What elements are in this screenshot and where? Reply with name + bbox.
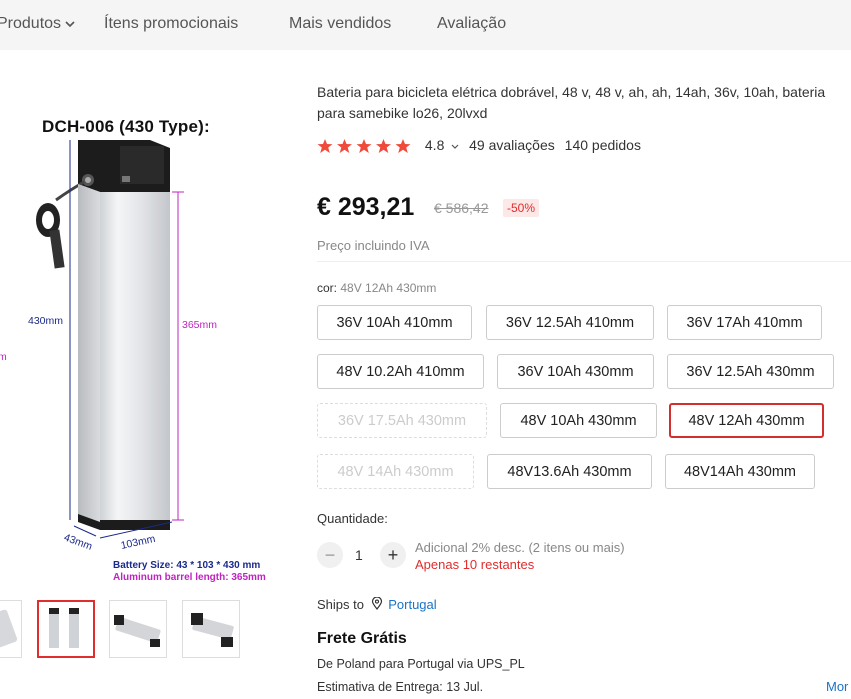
battery-thumb-icon [0,609,18,651]
quantity-value[interactable]: 1 [355,547,363,563]
delivery-estimate: Estimativa de Entrega: 13 Jul. [317,680,484,694]
ships-to-label: Ships to [317,597,364,612]
bulk-discount-note: Adicional 2% desc. (2 itens ou mais) [415,540,625,555]
option-36v-10ah-430mm[interactable]: 36V 10Ah 430mm [497,354,654,389]
thumbnail-4[interactable] [182,600,240,658]
current-price: € 293,21 [317,193,415,221]
chevron-down-icon[interactable] [451,144,459,150]
nav-produtos-label: Produtos [0,15,62,32]
option-48v-12ah-430mm[interactable]: 48V 12Ah 430mm [669,403,824,438]
stock-remaining: Apenas 10 restantes [415,557,535,572]
option-48v14ah-430mm[interactable]: 48V14Ah 430mm [665,454,815,489]
quantity-decrease-button[interactable]: − [317,542,343,568]
rating-value[interactable]: 4.8 [425,137,444,153]
divider [317,261,851,262]
reviews-link[interactable]: 49 avaliações [469,137,555,153]
battery-thumb-icon [49,608,79,648]
nav-promocionais[interactable]: Ítens promocionais [104,15,238,33]
star-rating-icon [317,139,411,154]
barrel-length-text: Aluminum barrel length: 365mm [113,572,266,583]
product-image[interactable]: 430mm 365mm m 103mm 43mm Battery Size: 4… [0,130,300,590]
orders-count: 140 pedidos [564,137,641,153]
vat-note: Preço incluindo IVA [317,238,430,253]
top-nav: Produtos Ítens promocionais Mais vendido… [0,0,851,50]
dim-depth-label: 43mm [62,532,94,553]
nav-mais-vendidos[interactable]: Mais vendidos [289,15,391,33]
nav-avaliacao[interactable]: Avaliação [437,15,506,33]
option-48v13-6ah-430mm[interactable]: 48V13.6Ah 430mm [487,454,652,489]
option-48v-10-2ah-410mm[interactable]: 48V 10.2Ah 410mm [317,354,484,389]
location-pin-icon [371,596,382,610]
thumbnail-3[interactable] [109,600,167,658]
shipping-route: De Poland para Portugal via UPS_PL [317,657,525,671]
color-selected-value: 48V 12Ah 430mm [340,281,437,295]
free-shipping-title: Frete Grátis [317,630,407,647]
quantity-increase-button[interactable]: + [380,542,406,568]
option-36v-10ah-410mm[interactable]: 36V 10Ah 410mm [317,305,472,340]
product-title: Bateria para bicicleta elétrica dobrável… [317,84,826,121]
option-48v-10ah-430mm[interactable]: 48V 10Ah 430mm [500,403,657,438]
dim-barrel-label: 365mm [182,319,217,331]
nav-produtos[interactable]: Produtos [0,15,75,33]
option-48v-14ah-430mm: 48V 14Ah 430mm [317,454,474,489]
dim-left-cut: m [0,351,7,363]
battery-size-text: Battery Size: 43 * 103 * 430 mm [113,560,260,571]
chevron-down-icon [65,21,75,27]
old-price: € 586,42 [434,200,489,216]
color-label-text: cor: [317,281,338,295]
battery-thumb-icon [191,613,234,647]
dim-width-label: 103mm [120,533,157,552]
dim-height-label: 430mm [28,315,63,327]
quantity-label: Quantidade: [317,511,388,526]
discount-badge: -50% [503,199,540,217]
thumbnail-2[interactable] [37,600,95,658]
ships-to-row: Ships to Portugal [317,596,437,612]
option-36v-12-5ah-430mm[interactable]: 36V 12.5Ah 430mm [667,354,834,389]
ships-to-location[interactable]: Portugal [388,597,436,612]
rating-row: 4.8 49 avaliações 140 pedidos [317,137,641,157]
battery-thumb-icon [114,615,161,647]
option-36v-17-5ah-430mm: 36V 17.5Ah 430mm [317,403,487,438]
thumbnail-1[interactable] [0,600,22,658]
more-options-link[interactable]: Mor [826,679,848,694]
color-label: cor: 48V 12Ah 430mm [317,281,436,295]
option-36v-17ah-410mm[interactable]: 36V 17Ah 410mm [667,305,822,340]
option-36v-12-5ah-410mm[interactable]: 36V 12.5Ah 410mm [486,305,654,340]
